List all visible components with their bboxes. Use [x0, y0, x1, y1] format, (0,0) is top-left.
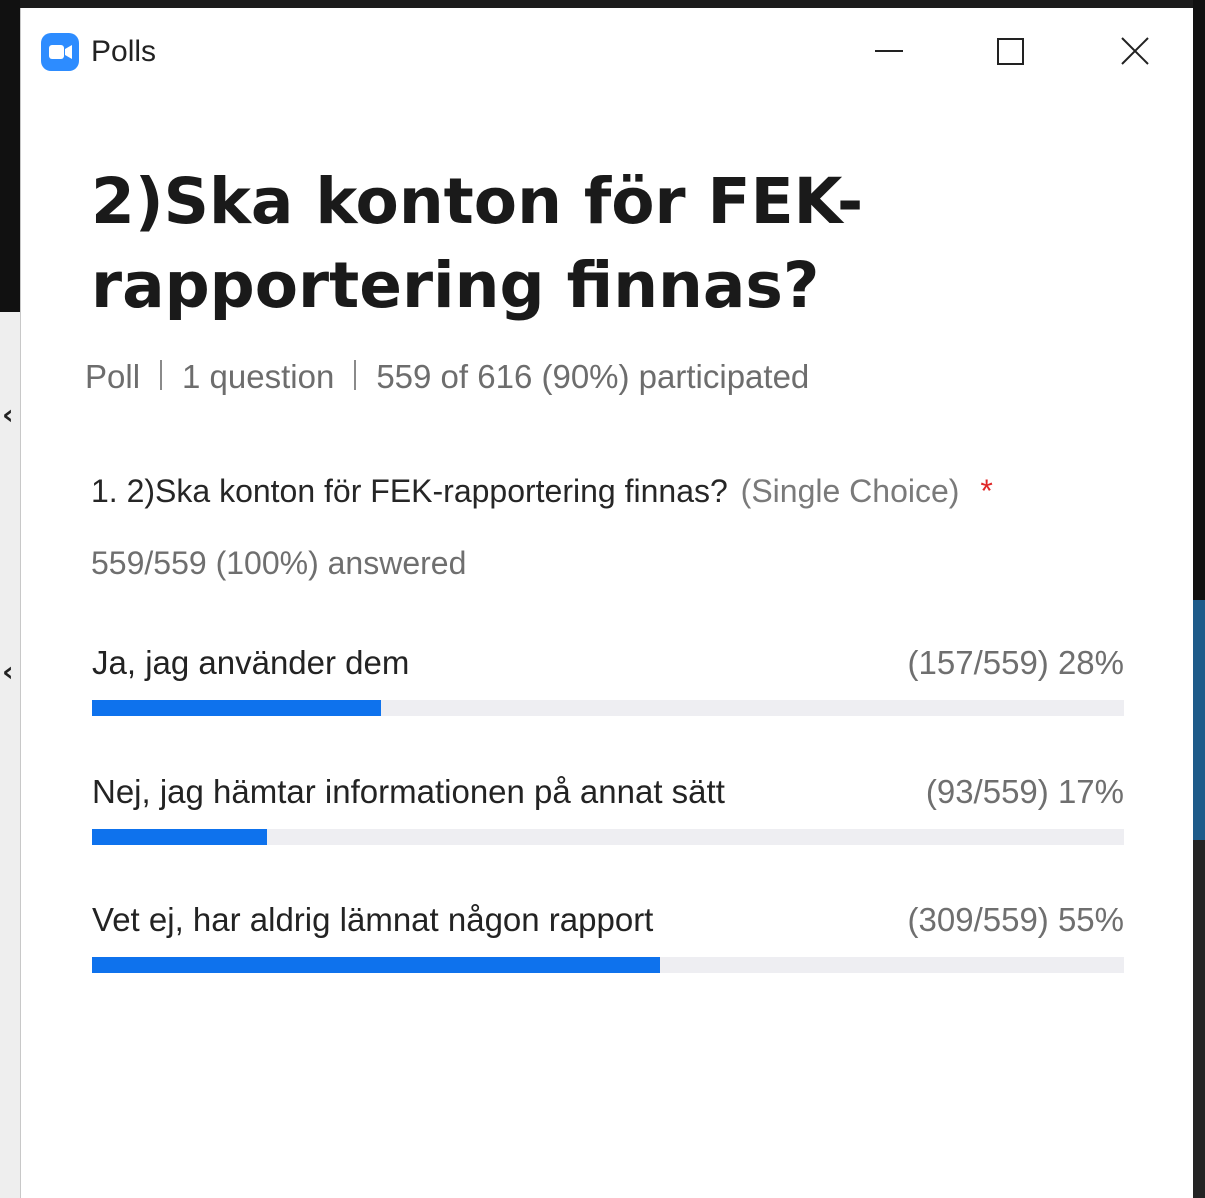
divider — [354, 360, 357, 390]
option-row: Ja, jag använder dem (157/559) 28% — [91, 644, 1124, 724]
close-button[interactable] — [1111, 30, 1159, 74]
option-row: Vet ej, har aldrig lämnat någon rapport … — [91, 901, 1124, 981]
option-label: Nej, jag hämtar informationen på annat s… — [92, 773, 725, 810]
result-bar-fill — [92, 829, 268, 845]
result-bar-fill — [92, 700, 381, 716]
background-strip-right-video — [1193, 600, 1205, 840]
question-text: 1. 2)Ska konton för FEK-rapportering fin… — [91, 473, 728, 509]
background-strip-right-lower — [1193, 840, 1205, 1198]
poll-title: 2)Ska konton för FEK-rapportering finnas… — [91, 165, 864, 322]
background-strip-left-light — [0, 312, 20, 1198]
zoom-camera-icon — [41, 33, 79, 71]
question-count: 1 question — [182, 358, 335, 395]
result-bar-track — [92, 700, 1124, 716]
background-strip-left — [0, 0, 20, 312]
answered-count: 559/559 (100%) answered — [91, 545, 467, 581]
title-bar: Polls — [21, 8, 1193, 98]
result-bar-fill — [92, 957, 660, 973]
close-icon — [1121, 37, 1149, 65]
question-type: (Single Choice) — [740, 473, 960, 509]
polls-window: Polls 2)Ska konton för FEK-rapportering … — [20, 8, 1193, 1198]
minimize-icon — [875, 50, 903, 52]
option-row: Nej, jag hämtar informationen på annat s… — [91, 773, 1124, 853]
question-heading: 1. 2)Ska konton för FEK-rapportering fin… — [91, 473, 993, 510]
background-chevron-icon: ‹ — [2, 655, 14, 688]
maximize-icon — [997, 38, 1024, 65]
option-label: Vet ej, har aldrig lämnat någon rapport — [92, 901, 654, 938]
background-strip-right — [1193, 0, 1205, 600]
result-bar-track — [92, 829, 1124, 845]
required-mark: * — [980, 473, 993, 509]
poll-kind: Poll — [85, 358, 141, 395]
divider — [160, 360, 163, 390]
background-chevron-icon: ‹ — [2, 398, 14, 431]
option-result: (157/559) 28% — [907, 644, 1124, 681]
minimize-button[interactable] — [865, 30, 913, 74]
window-title: Polls — [91, 35, 157, 68]
poll-meta: Poll 1 question 559 of 616 (90%) participa… — [85, 358, 809, 396]
option-label: Ja, jag använder dem — [92, 644, 410, 681]
option-result: (93/559) 17% — [925, 773, 1124, 810]
option-result: (309/559) 55% — [907, 901, 1124, 938]
participation: 559 of 616 (90%) participated — [376, 358, 810, 395]
result-bar-track — [92, 957, 1124, 973]
maximize-button[interactable] — [987, 30, 1035, 74]
